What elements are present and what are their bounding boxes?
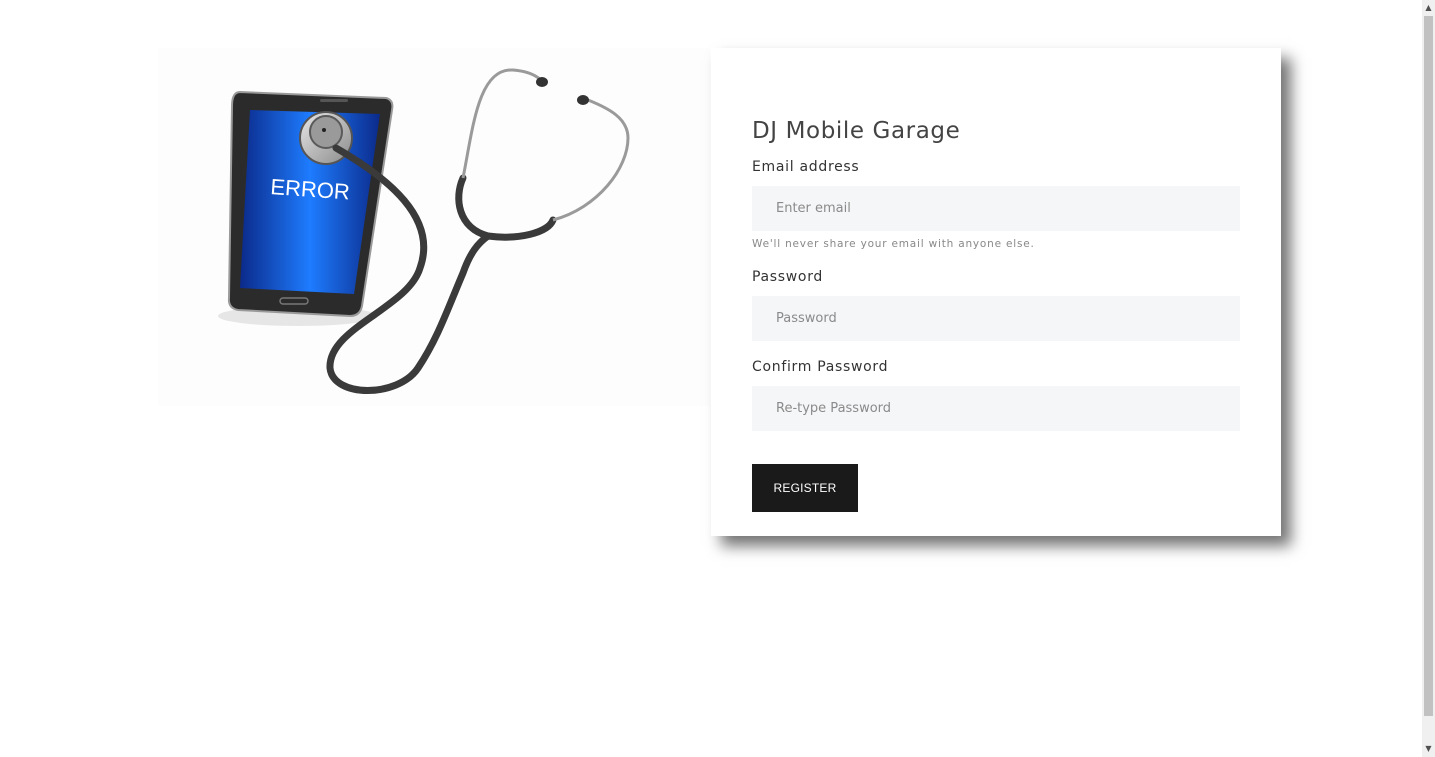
- scroll-up-arrow-icon[interactable]: ▲: [1422, 0, 1435, 16]
- scroll-thumb[interactable]: [1424, 16, 1433, 716]
- register-card: DJ Mobile Garage Email address We'll nev…: [711, 48, 1281, 536]
- password-group: Password: [752, 268, 1240, 358]
- email-group: Email address We'll never share your ema…: [752, 158, 1240, 268]
- form-title: DJ Mobile Garage: [752, 118, 961, 144]
- password-field[interactable]: [752, 296, 1240, 341]
- scroll-down-arrow-icon[interactable]: ▼: [1422, 741, 1435, 757]
- phone-stethoscope-icon: ERROR: [158, 48, 710, 406]
- email-field[interactable]: [752, 186, 1240, 231]
- confirm-password-group: Confirm Password: [752, 358, 1240, 448]
- register-form: DJ Mobile Garage Email address We'll nev…: [752, 114, 1240, 512]
- email-help-text: We'll never share your email with anyone…: [752, 238, 1035, 250]
- email-label: Email address: [752, 159, 860, 175]
- password-label: Password: [752, 269, 823, 285]
- register-page: ERROR DJ Mobile Garage Email address Ent…: [0, 0, 1435, 757]
- vertical-scrollbar[interactable]: ▲ ▼: [1422, 0, 1435, 757]
- hero-illustration: ERROR: [158, 48, 710, 406]
- confirm-password-field[interactable]: [752, 386, 1240, 431]
- confirm-password-label: Confirm Password: [752, 359, 889, 375]
- register-button[interactable]: REGISTER: [752, 464, 858, 512]
